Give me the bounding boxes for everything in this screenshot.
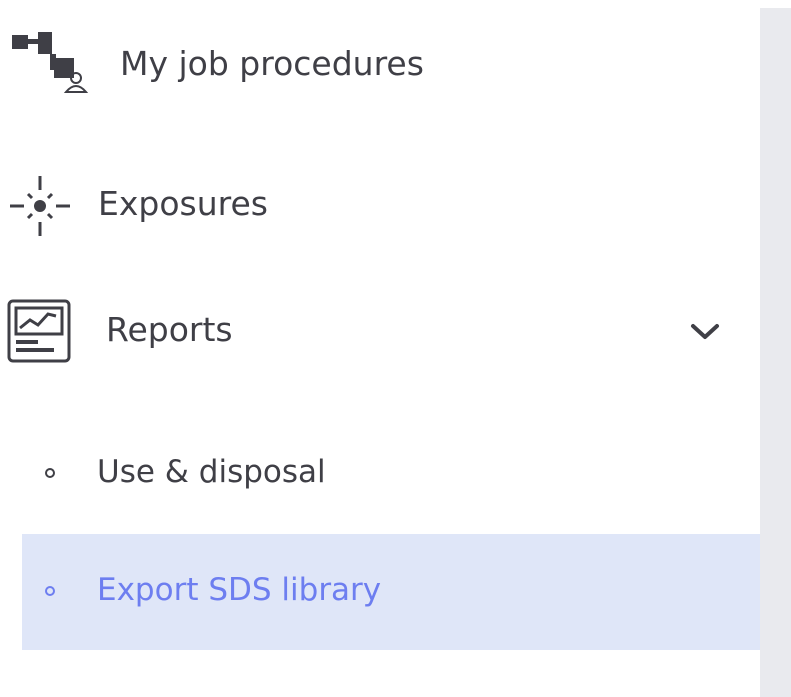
submenu-item-use-disposal[interactable]: Use & disposal <box>22 416 760 532</box>
reports-icon <box>6 298 72 368</box>
panel-top-edge <box>760 0 791 8</box>
bullet-icon <box>45 468 55 478</box>
sidebar-item-exposures[interactable]: Exposures <box>0 160 760 250</box>
chevron-down-icon[interactable] <box>690 322 720 346</box>
sidebar-item-label: Exposures <box>98 184 268 223</box>
sidebar-item-reports[interactable]: Reports <box>0 290 760 380</box>
main-content-panel <box>760 0 791 697</box>
exposures-icon <box>8 174 72 242</box>
job-procedures-icon <box>10 30 90 100</box>
sidebar-item-my-job-procedures[interactable]: My job procedures <box>0 20 760 110</box>
submenu-item-label: Use & disposal <box>97 454 326 490</box>
sidebar-item-label: Reports <box>106 310 233 349</box>
bullet-icon <box>45 586 55 596</box>
submenu-item-label: Export SDS library <box>97 572 382 608</box>
sidebar-nav: My job procedures Exposures Reports Use … <box>0 0 760 697</box>
sidebar-item-label: My job procedures <box>120 44 424 83</box>
submenu-item-export-sds-library[interactable]: Export SDS library <box>22 534 760 650</box>
